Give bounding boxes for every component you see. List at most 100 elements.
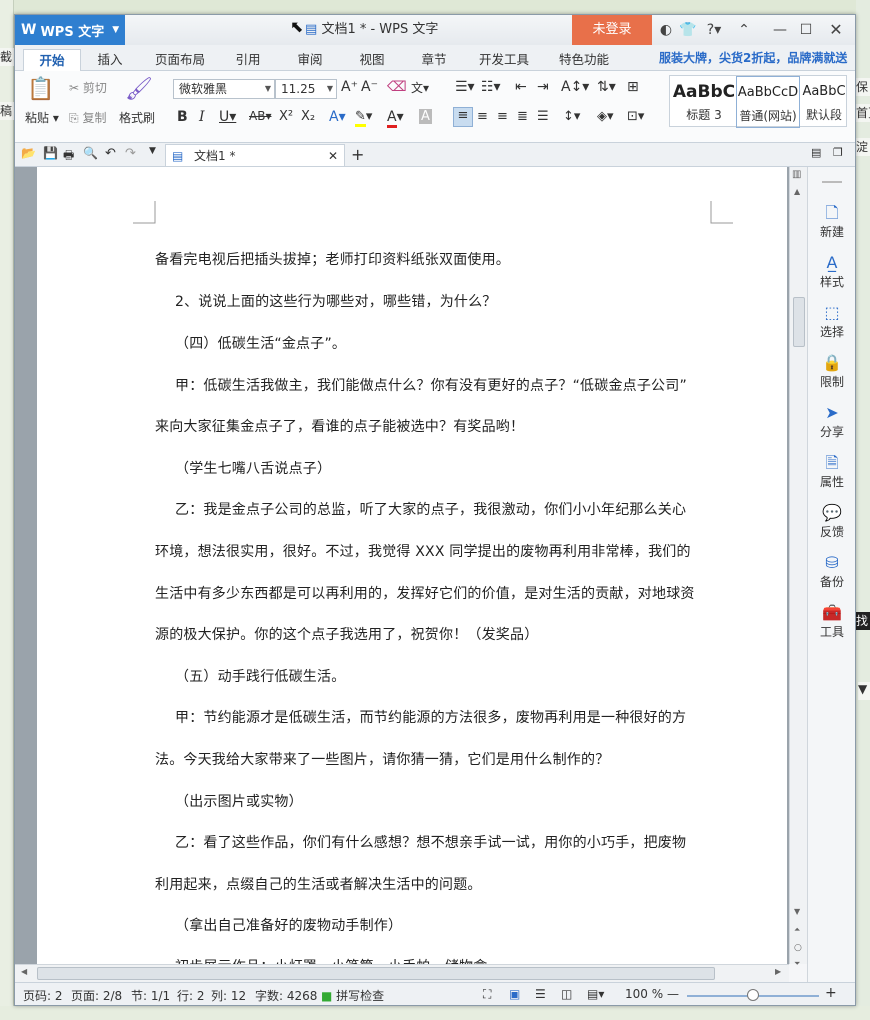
side-share-button[interactable]: ➤ 分享	[808, 403, 855, 440]
bullets-icon[interactable]: ☰▾	[455, 79, 475, 95]
cut-button[interactable]: ✂ 剪切	[69, 79, 107, 96]
side-backup-button[interactable]: ⛁ 备份	[808, 553, 855, 590]
tab-references[interactable]: 引用	[225, 49, 271, 71]
table-grid-icon[interactable]: ⊞	[627, 79, 639, 95]
font-name-select[interactable]: 微软雅黑 ▼	[173, 79, 275, 99]
document-page[interactable]: 备看完电视后把插头拔掉；老师打印资料纸张双面使用。 2、说说上面的这些行为哪些对…	[37, 167, 787, 975]
scroll-up-icon[interactable]: ▲	[794, 187, 800, 196]
zoom-slider-thumb[interactable]	[747, 989, 759, 1001]
side-feedback-button[interactable]: 💬 反馈	[808, 503, 855, 540]
italic-icon[interactable]: I	[199, 109, 205, 125]
status-word-count[interactable]: 字数: 4268	[255, 987, 317, 1004]
scroll-right-icon[interactable]: ▶	[775, 967, 781, 976]
pinyin-icon[interactable]: 文▾	[411, 79, 429, 96]
wps-app-menu-button[interactable]: W WPS 文字 ▼	[15, 15, 125, 45]
reading-view-icon[interactable]: ▤▾	[587, 987, 604, 1001]
web-view-icon[interactable]: ◫	[561, 987, 572, 1001]
shrink-font-icon[interactable]: A⁻	[361, 79, 378, 95]
style-heading-3[interactable]: AaBbC 标题 3	[672, 76, 736, 128]
scroll-down-icon[interactable]: ▼	[794, 907, 800, 916]
tab-review[interactable]: 审阅	[287, 49, 333, 71]
full-screen-icon[interactable]: ⛶	[483, 987, 491, 1002]
side-restrict-button[interactable]: 🔒 限制	[808, 353, 855, 390]
side-new-button[interactable]: 🗋 新建	[808, 203, 855, 240]
print-preview-icon[interactable]: 🔍	[83, 146, 98, 160]
help-icon[interactable]: ?▾	[701, 15, 727, 45]
font-size-select[interactable]: 11.25 ▼	[275, 79, 337, 99]
tab-chapter[interactable]: 章节	[411, 49, 457, 71]
grow-font-icon[interactable]: A⁺	[341, 79, 358, 95]
restore-icon[interactable]: ❐	[833, 146, 843, 159]
tab-developer[interactable]: 开发工具	[469, 49, 539, 71]
side-tools-button[interactable]: 🧰 工具	[808, 603, 855, 640]
spell-check-toggle[interactable]: ■ 拼写检查	[321, 987, 384, 1004]
char-shading-icon[interactable]: A	[419, 109, 432, 124]
increase-indent-icon[interactable]: ⇥	[537, 79, 549, 95]
login-button[interactable]: 未登录	[572, 15, 652, 45]
line-spacing-icon[interactable]: ↕▾	[563, 109, 580, 124]
side-select-button[interactable]: ⬚ 选择	[808, 303, 855, 340]
tab-insert[interactable]: 插入	[87, 49, 133, 71]
tab-view[interactable]: 视图	[349, 49, 395, 71]
horizontal-scrollbar[interactable]: ◀ ▶	[15, 964, 789, 982]
zoom-level[interactable]: 100 %	[625, 987, 663, 1001]
print-icon[interactable]: 🖶	[63, 146, 74, 167]
new-tab-icon[interactable]: +	[351, 145, 364, 164]
highlight-icon[interactable]: ✎▾	[355, 109, 372, 127]
tab-home[interactable]: 开始	[23, 49, 81, 71]
clear-format-icon[interactable]: ⌫	[387, 79, 407, 95]
tab-page-layout[interactable]: 页面布局	[143, 49, 217, 71]
justify-icon[interactable]: ≣	[517, 109, 528, 124]
close-tab-icon[interactable]: ✕	[328, 145, 338, 167]
minimize-icon[interactable]: —	[767, 15, 793, 45]
text-effect-icon[interactable]: A▾	[329, 109, 346, 125]
tab-special-features[interactable]: 特色功能	[549, 49, 619, 71]
close-icon[interactable]: ✕	[823, 15, 849, 45]
style-default-paragraph[interactable]: AaBbC 默认段	[800, 76, 848, 128]
chinese-layout-icon[interactable]: A↕▾	[561, 79, 589, 95]
zoom-in-icon[interactable]: +	[825, 985, 837, 1001]
align-center-icon[interactable]: ≡	[477, 109, 488, 124]
side-style-button[interactable]: A̲ 样式	[808, 253, 855, 290]
scrollbar-thumb[interactable]	[793, 297, 805, 347]
paste-button[interactable]: 粘贴 ▾	[25, 109, 59, 126]
collapse-ribbon-icon[interactable]: ⌃	[733, 15, 755, 45]
status-pages[interactable]: 页面: 2/8	[71, 987, 122, 1004]
zoom-out-icon[interactable]: —	[667, 987, 679, 1001]
subscript-icon[interactable]: X₂	[301, 109, 315, 124]
numbering-icon[interactable]: ☷▾	[481, 79, 501, 95]
document-tab[interactable]: ▤ 文档1 * ✕	[165, 144, 345, 166]
skin-icon[interactable]: ◐	[655, 15, 677, 45]
format-painter-button[interactable]: 格式刷	[119, 109, 155, 126]
outline-view-icon[interactable]: ☰	[535, 987, 546, 1001]
decrease-indent-icon[interactable]: ⇤	[515, 79, 527, 95]
window-list-icon[interactable]: ▤	[811, 146, 821, 159]
maximize-icon[interactable]: ☐	[793, 15, 819, 45]
side-properties-button[interactable]: 🗎 属性	[808, 453, 855, 490]
paste-icon[interactable]: 📋	[27, 77, 54, 102]
vertical-scrollbar[interactable]: ▥ ▲ ▼ ⏶ ○ ⏷	[789, 167, 807, 968]
scrollbar-thumb[interactable]	[37, 967, 715, 980]
undo-icon[interactable]: ↶	[105, 146, 116, 161]
underline-icon[interactable]: U▾	[219, 109, 236, 125]
shirt-icon[interactable]: 👕	[677, 15, 699, 45]
bold-icon[interactable]: B	[177, 109, 188, 125]
open-folder-icon[interactable]: 📂	[21, 146, 36, 160]
strikethrough-icon[interactable]: AB▾	[249, 109, 271, 123]
chevron-down-icon[interactable]: ▼	[149, 146, 156, 156]
redo-icon[interactable]: ↷	[125, 146, 136, 161]
promo-link[interactable]: 服装大牌，尖货2折起，品牌满就送	[659, 49, 847, 66]
sort-icon[interactable]: ⇅▾	[597, 79, 616, 95]
next-page-icon[interactable]: ⏷	[794, 959, 800, 969]
font-color-icon[interactable]: A▾	[387, 109, 404, 128]
save-icon[interactable]: 💾	[43, 146, 58, 160]
superscript-icon[interactable]: X²	[279, 109, 293, 124]
ruler-toggle-icon[interactable]: ▥	[792, 169, 801, 180]
borders-icon[interactable]: ⊡▾	[627, 109, 644, 124]
scroll-left-icon[interactable]: ◀	[21, 967, 27, 976]
select-browse-icon[interactable]: ○	[794, 943, 802, 953]
brush-icon[interactable]: 🖌	[125, 77, 153, 102]
align-right-icon[interactable]: ≡	[497, 109, 508, 124]
distributed-icon[interactable]: ☰	[537, 109, 549, 124]
align-left-icon[interactable]: ≡	[453, 107, 473, 127]
